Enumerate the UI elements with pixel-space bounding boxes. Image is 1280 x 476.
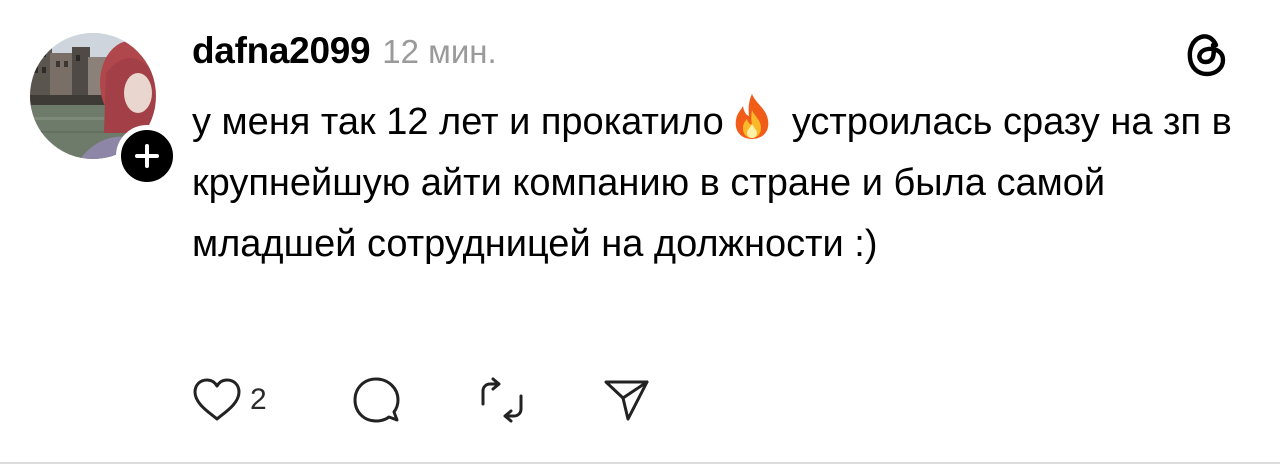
send-icon: [604, 380, 649, 421]
repost-button[interactable]: [476, 370, 528, 430]
follow-button[interactable]: [116, 125, 178, 187]
fire-emoji: [735, 94, 769, 139]
comment-icon: [353, 377, 400, 423]
repost-icon: [481, 377, 523, 423]
like-button[interactable]: 2: [190, 370, 267, 430]
timestamp: 12 мин.: [382, 33, 497, 70]
threads-logo-icon[interactable]: [1183, 28, 1231, 78]
share-button[interactable]: [600, 370, 652, 430]
post-header: dafna2099 12 мин.: [192, 30, 497, 76]
username[interactable]: dafna2099: [192, 30, 371, 72]
post: dafna2099 12 мин. у меня так 12 лет и пр…: [0, 0, 1280, 464]
like-count: 2: [250, 383, 267, 416]
reply-button[interactable]: [350, 370, 402, 430]
post-text-part1: у меня так 12 лет и прокатило: [192, 101, 724, 143]
post-body: у меня так 12 лет и прокатило устроилась…: [192, 92, 1232, 275]
divider: [0, 462, 1280, 464]
heart-icon: [193, 378, 241, 421]
plus-icon: [135, 144, 159, 168]
avatar-container[interactable]: [30, 33, 178, 187]
